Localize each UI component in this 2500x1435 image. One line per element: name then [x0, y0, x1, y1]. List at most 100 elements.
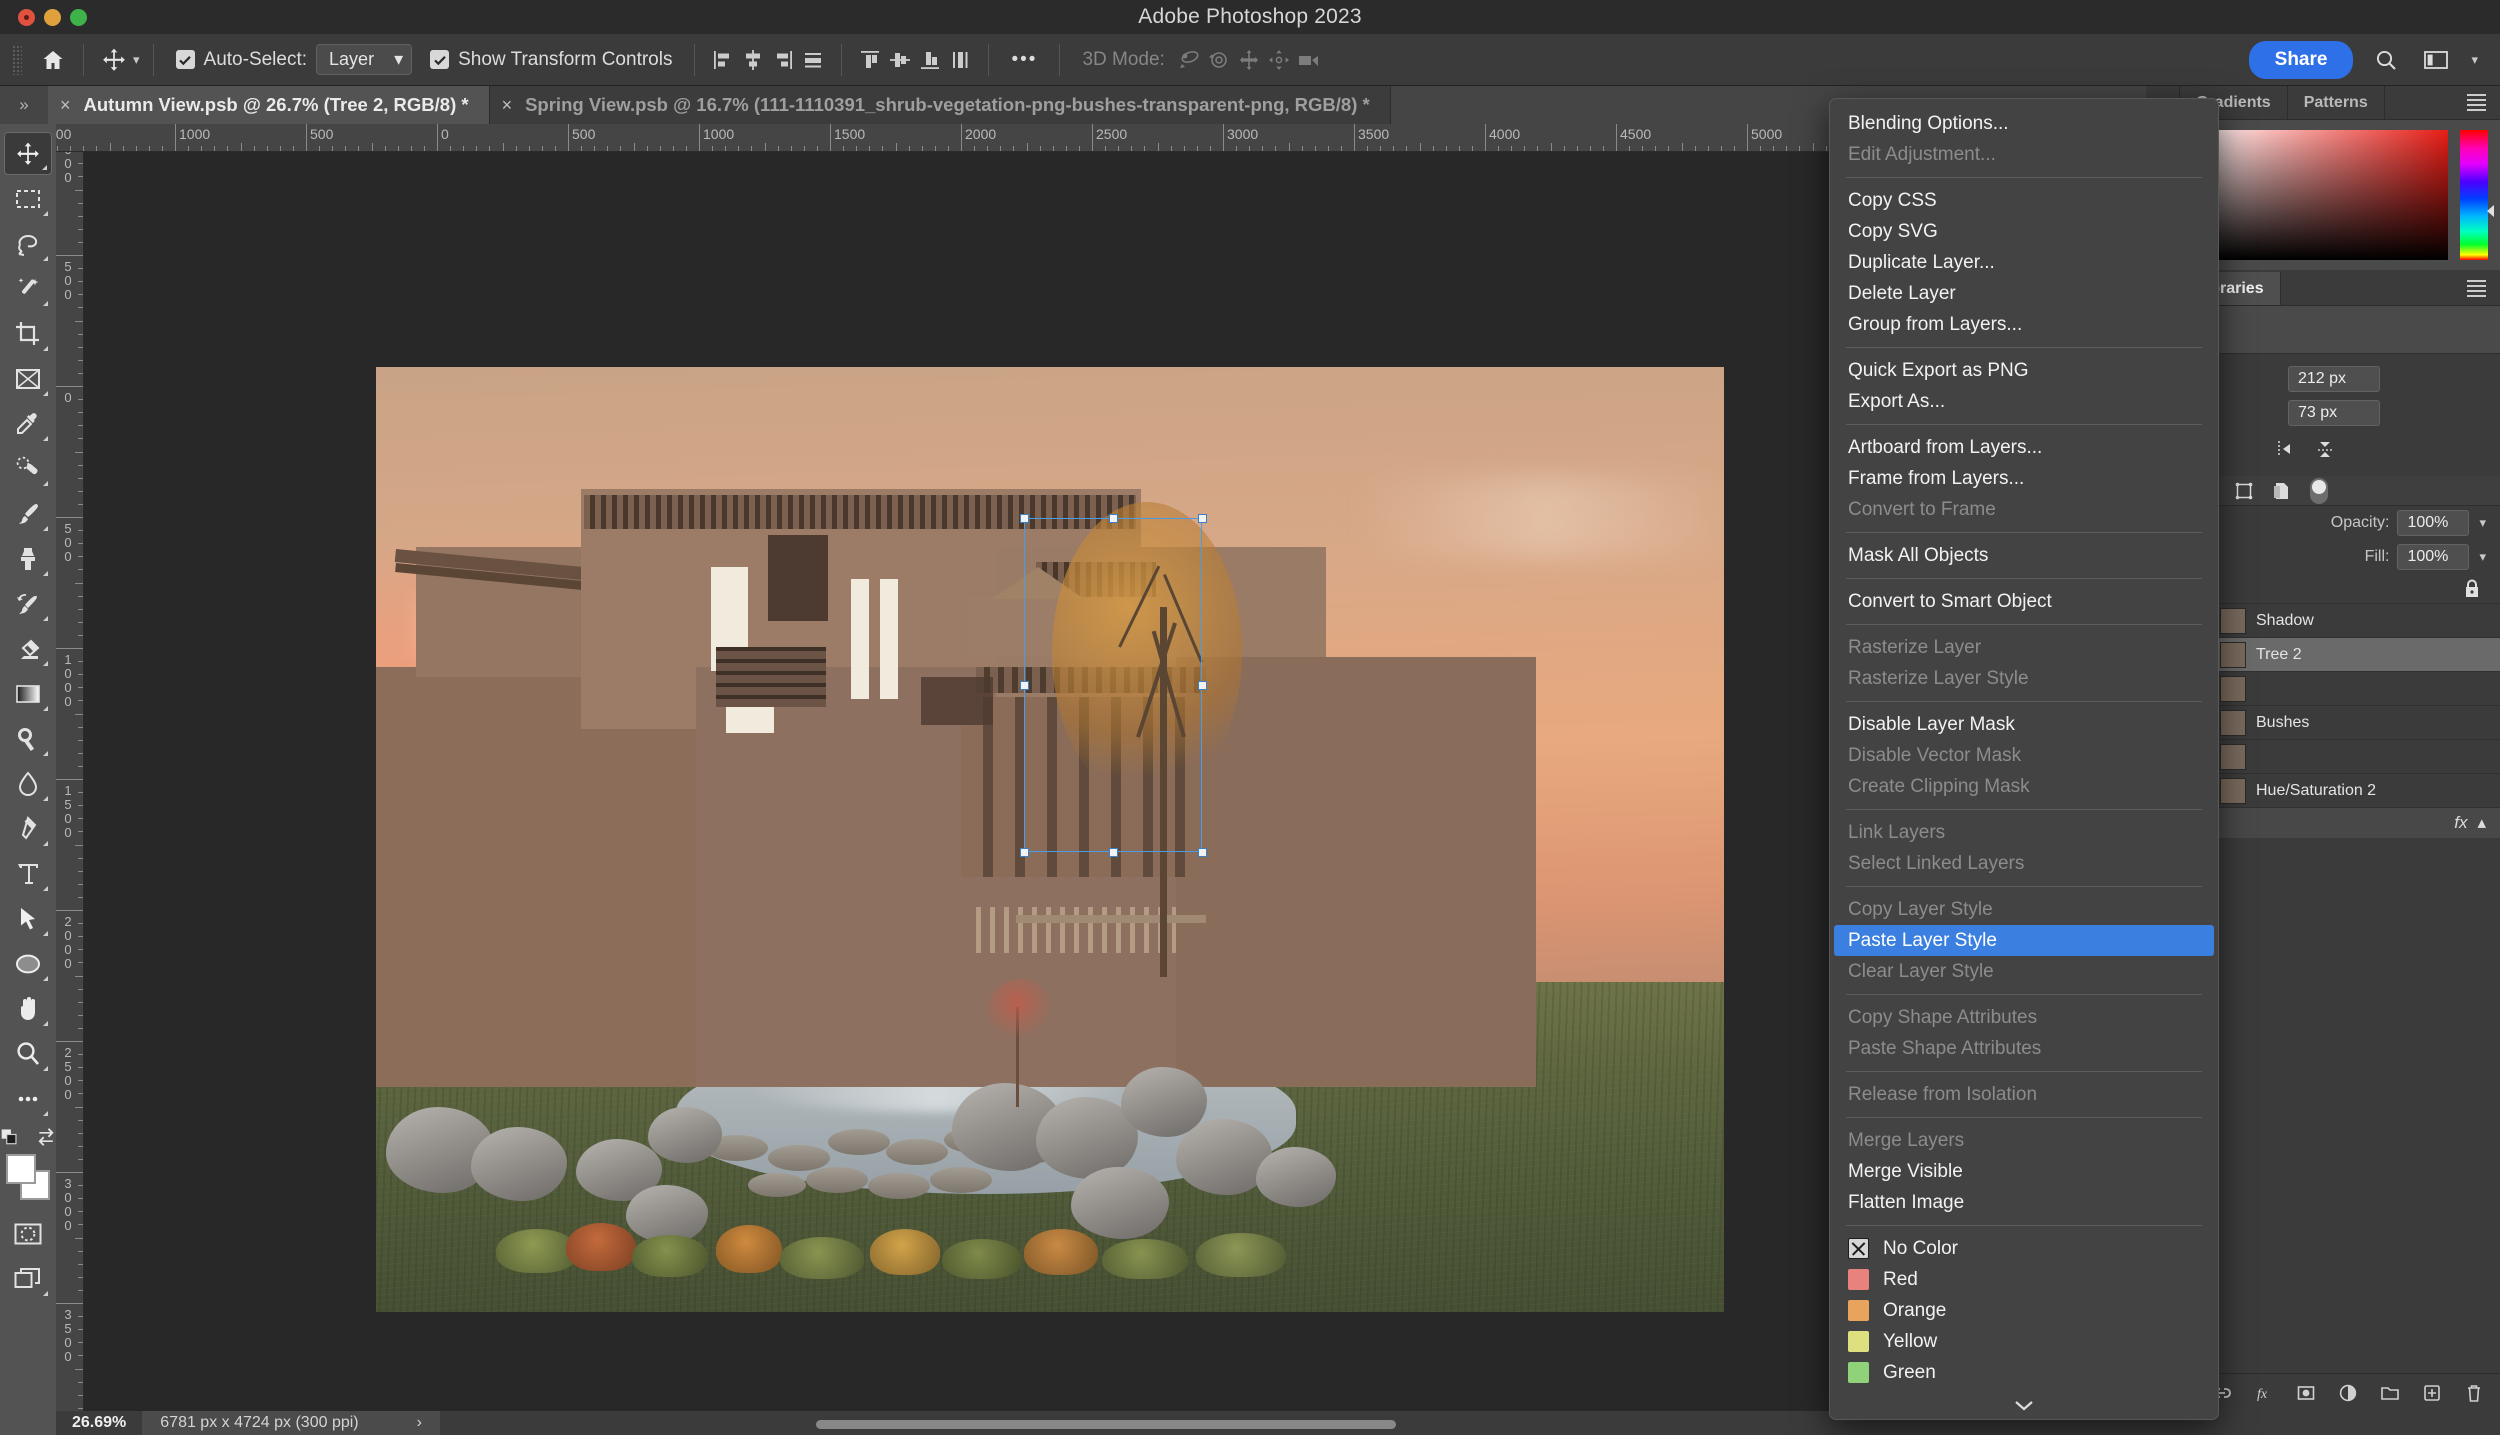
layer-thumbnail[interactable]	[2220, 675, 2246, 702]
layer-row[interactable]	[2180, 672, 2500, 706]
property-row-width[interactable]: 212 px	[2180, 362, 2500, 396]
menu-item-copy-svg[interactable]: Copy SVG	[1830, 216, 2218, 247]
chevron-right-icon[interactable]: ›	[417, 1414, 422, 1432]
saturation-brightness-square[interactable]	[2192, 130, 2448, 260]
dodge-tool[interactable]	[4, 717, 52, 760]
lock-icon[interactable]	[2462, 578, 2482, 600]
gradient-tool[interactable]	[4, 672, 52, 715]
path-selection-tool[interactable]	[4, 897, 52, 940]
menu-item-red[interactable]: Red	[1830, 1264, 2218, 1295]
ellipse-tool[interactable]	[4, 942, 52, 985]
libraries-search-area[interactable]	[2180, 306, 2500, 354]
distribute-icon[interactable]	[2314, 438, 2336, 460]
transform-handle-n[interactable]	[1109, 514, 1118, 523]
blur-tool[interactable]	[4, 762, 52, 805]
menu-item-no-color[interactable]: No Color	[1830, 1233, 2218, 1264]
add-mask-icon[interactable]	[2296, 1383, 2316, 1403]
document-tab-autumn-view[interactable]: × Autumn View.psb @ 26.7% (Tree 2, RGB/8…	[48, 86, 490, 124]
tab-patterns[interactable]: Patterns	[2287, 86, 2385, 119]
menu-item-yellow[interactable]: Yellow	[1830, 1326, 2218, 1357]
menu-item-blending-options[interactable]: Blending Options...	[1830, 108, 2218, 139]
default-colors-icon[interactable]	[0, 1126, 22, 1148]
align-left-edges-button[interactable]	[708, 45, 738, 75]
layer-list[interactable]: Shadow Tree 2 Bushes Hue/Saturation 2	[2180, 604, 2500, 808]
layer-row[interactable]: Bushes	[2180, 706, 2500, 740]
3d-camera-icon[interactable]	[1294, 45, 1324, 75]
home-icon[interactable]	[36, 43, 70, 77]
opacity-row[interactable]: Opacity: 100% ▾	[2180, 506, 2500, 540]
auto-select-checkbox[interactable]	[175, 50, 195, 69]
transform-handle-se[interactable]	[1198, 848, 1207, 857]
menu-item-duplicate-layer[interactable]: Duplicate Layer...	[1830, 247, 2218, 278]
menu-item-artboard-from-layers[interactable]: Artboard from Layers...	[1830, 432, 2218, 463]
swap-colors-icon[interactable]	[36, 1126, 56, 1148]
menu-item-flatten-image[interactable]: Flatten Image	[1830, 1187, 2218, 1218]
auto-select-scope-dropdown[interactable]: Layer ▾	[316, 44, 413, 75]
healing-brush-tool[interactable]	[4, 447, 52, 490]
menu-item-group-from-layers[interactable]: Group from Layers...	[1830, 309, 2218, 340]
align-left-icon[interactable]	[2276, 438, 2298, 460]
move-tool-icon[interactable]	[97, 43, 131, 77]
smart-object-filter-icon[interactable]	[2272, 481, 2292, 501]
layer-row[interactable]: Tree 2	[2180, 638, 2500, 672]
zoom-level[interactable]: 26.69%	[56, 1414, 142, 1432]
menu-item-paste-layer-style[interactable]: Paste Layer Style	[1834, 925, 2214, 956]
shape-filter-icon[interactable]	[2234, 481, 2254, 501]
document-artwork[interactable]	[376, 367, 1724, 1312]
lock-row[interactable]	[2180, 574, 2500, 604]
menu-item-convert-to-smart-object[interactable]: Convert to Smart Object	[1830, 586, 2218, 617]
show-transform-controls-checkbox[interactable]	[430, 50, 450, 69]
layer-row[interactable]: Hue/Saturation 2	[2180, 774, 2500, 808]
transform-handle-nw[interactable]	[1020, 514, 1029, 523]
eyedropper-tool[interactable]	[4, 402, 52, 445]
menu-item-delete-layer[interactable]: Delete Layer	[1830, 278, 2218, 309]
menu-item-merge-visible[interactable]: Merge Visible	[1830, 1156, 2218, 1187]
3d-pan-icon[interactable]	[1234, 45, 1264, 75]
vertical-ruler[interactable]: 1000500050010001500200025003000350040004…	[56, 152, 84, 1411]
new-group-icon[interactable]	[2380, 1383, 2400, 1403]
hue-slider[interactable]	[2460, 130, 2494, 260]
search-icon[interactable]	[2369, 43, 2403, 77]
transform-handle-sw[interactable]	[1020, 848, 1029, 857]
menu-item-frame-from-layers[interactable]: Frame from Layers...	[1830, 463, 2218, 494]
layer-thumbnail[interactable]	[2220, 743, 2246, 770]
transform-handle-ne[interactable]	[1198, 514, 1207, 523]
chevron-down-icon[interactable]: ▾	[2479, 549, 2486, 565]
crop-tool[interactable]	[4, 312, 52, 355]
layer-thumbnail[interactable]	[2220, 641, 2246, 668]
layer-effects-row[interactable]: fx ▴	[2180, 808, 2500, 838]
menu-item-green[interactable]: Green	[1830, 1357, 2218, 1388]
clone-stamp-tool[interactable]	[4, 537, 52, 580]
layer-thumbnail[interactable]	[2220, 607, 2246, 634]
foreground-color-swatch[interactable]	[6, 1154, 36, 1184]
new-layer-icon[interactable]	[2422, 1383, 2442, 1403]
screen-mode-button[interactable]	[4, 1257, 52, 1300]
layer-thumbnail[interactable]	[2220, 709, 2246, 736]
align-vertical-centers-button[interactable]	[885, 45, 915, 75]
align-top-edges-button[interactable]	[855, 45, 885, 75]
menu-item-disable-layer-mask[interactable]: Disable Layer Mask	[1830, 709, 2218, 740]
close-icon[interactable]: ×	[502, 95, 513, 116]
close-icon[interactable]: ×	[60, 95, 71, 116]
layer-context-menu[interactable]: Blending Options... Edit Adjustment... Cop…	[1829, 98, 2219, 1420]
tab-overflow-button[interactable]: »	[0, 86, 48, 124]
layer-thumbnail[interactable]	[2220, 777, 2246, 804]
menu-item-orange[interactable]: Orange	[1830, 1295, 2218, 1326]
menu-item-copy-css[interactable]: Copy CSS	[1830, 185, 2218, 216]
history-brush-tool[interactable]	[4, 582, 52, 625]
lasso-tool[interactable]	[4, 222, 52, 265]
layer-filter-toggle[interactable]	[2310, 477, 2328, 504]
distribute-vertical-button[interactable]	[945, 45, 975, 75]
color-picker-field[interactable]	[2180, 120, 2500, 270]
horizontal-scrollbar[interactable]	[816, 1420, 1396, 1429]
layers-filter-bar[interactable]	[2180, 476, 2500, 506]
fx-icon[interactable]: fx	[2254, 1383, 2274, 1403]
document-dimensions[interactable]: 6781 px x 4724 px (300 ppi) ›	[142, 1411, 440, 1435]
brush-tool[interactable]	[4, 492, 52, 535]
delete-layer-icon[interactable]	[2464, 1383, 2484, 1403]
workspace-icon[interactable]	[2419, 43, 2453, 77]
chevron-down-icon[interactable]: ▾	[2471, 52, 2478, 68]
share-button[interactable]: Share	[2248, 40, 2354, 79]
layer-row[interactable]	[2180, 740, 2500, 774]
menu-item-export-as[interactable]: Export As...	[1830, 386, 2218, 417]
